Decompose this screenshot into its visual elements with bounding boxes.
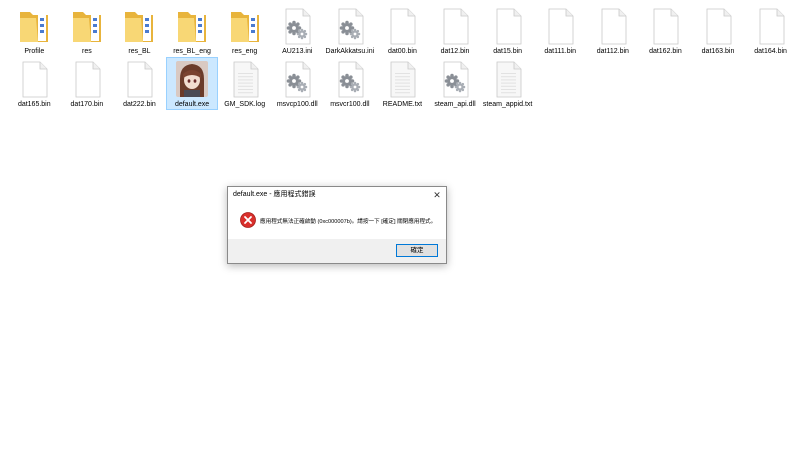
blank-file-icon <box>69 59 105 99</box>
blank-file-icon <box>121 59 157 99</box>
settings-file-icon <box>332 6 368 46</box>
file-item[interactable]: README.txt <box>376 57 429 110</box>
blank-file-icon <box>384 6 420 46</box>
settings-file-icon <box>279 59 315 99</box>
file-item[interactable]: dat162.bin <box>639 4 692 57</box>
file-item[interactable]: res <box>61 4 114 57</box>
file-name: dat165.bin <box>17 101 51 108</box>
file-item[interactable]: dat112.bin <box>587 4 640 57</box>
file-item[interactable]: steam_api.dll <box>429 57 482 110</box>
file-item[interactable]: dat170.bin <box>61 57 114 110</box>
file-name: msvcr100.dll <box>330 101 370 108</box>
file-item[interactable]: AU213.ini <box>271 4 324 57</box>
file-item[interactable]: dat164.bin <box>744 4 797 57</box>
file-name: dat222.bin <box>123 101 156 108</box>
file-name: dat112.bin <box>596 48 629 55</box>
folder-icon <box>69 6 105 46</box>
error-dialog: default.exe - 應用程式錯誤 ✕ 應用程式無法正確啟動 (0xc00… <box>227 186 447 264</box>
file-name: res <box>82 48 92 55</box>
file-item[interactable]: default.exe <box>165 57 219 110</box>
error-icon <box>240 212 256 228</box>
file-item[interactable]: res_eng <box>218 4 271 57</box>
blank-file-icon <box>490 6 526 46</box>
blank-file-icon <box>753 6 789 46</box>
file-name: dat15.bin <box>493 48 523 55</box>
blank-file-icon <box>437 6 473 46</box>
blank-file-icon <box>542 6 578 46</box>
ok-button[interactable]: 確定 <box>396 244 438 257</box>
dialog-titlebar[interactable]: default.exe - 應用程式錯誤 ✕ <box>228 187 446 203</box>
blank-file-icon <box>595 6 631 46</box>
file-item[interactable]: DarkAkkatsu.ini <box>324 4 377 57</box>
dialog-message: 應用程式無法正確啟動 (0xc000007b)。請按一下 [確定] 關閉應用程式… <box>260 219 437 225</box>
text-file-icon <box>490 59 526 99</box>
file-item[interactable]: dat165.bin <box>8 57 61 110</box>
blank-file-icon <box>647 6 683 46</box>
file-name: dat163.bin <box>701 48 735 55</box>
file-item[interactable]: dat222.bin <box>113 57 166 110</box>
folder-icon <box>121 6 157 46</box>
file-name: dat170.bin <box>70 101 104 108</box>
file-item[interactable]: GM_SDK.log <box>218 57 271 110</box>
file-name: dat164.bin <box>754 48 787 55</box>
file-name: steam_appid.txt <box>482 101 533 108</box>
file-name: dat00.bin <box>388 48 417 55</box>
file-name: res_eng <box>232 48 258 55</box>
blank-file-icon <box>700 6 736 46</box>
dialog-body: 應用程式無法正確啟動 (0xc000007b)。請按一下 [確定] 關閉應用程式… <box>228 203 446 231</box>
folder-icon <box>16 6 52 46</box>
file-item[interactable]: Profile <box>8 4 61 57</box>
file-name: Profile <box>24 48 45 55</box>
text-file-icon <box>227 59 263 99</box>
settings-file-icon <box>437 59 473 99</box>
dialog-title: default.exe - 應用程式錯誤 <box>233 191 316 198</box>
close-icon[interactable]: ✕ <box>430 187 444 203</box>
folder-icon <box>174 6 210 46</box>
file-name: default.exe <box>174 101 210 108</box>
file-name: msvcp100.dll <box>276 101 318 108</box>
app-character-icon <box>174 59 210 99</box>
settings-file-icon <box>332 59 368 99</box>
file-item[interactable]: steam_appid.txt <box>481 57 534 110</box>
file-item[interactable]: res_BL <box>113 4 166 57</box>
file-name: GM_SDK.log <box>224 101 266 108</box>
file-item[interactable]: dat163.bin <box>692 4 745 57</box>
file-item[interactable]: dat111.bin <box>534 4 587 57</box>
settings-file-icon <box>279 6 315 46</box>
file-name: AU213.ini <box>282 48 313 55</box>
file-name: dat162.bin <box>649 48 682 55</box>
file-item[interactable]: msvcr100.dll <box>324 57 377 110</box>
file-item[interactable]: res_BL_eng <box>166 4 219 57</box>
file-name: steam_api.dll <box>434 101 476 108</box>
file-name: dat111.bin <box>544 48 577 55</box>
file-grid: Profile res res_BL res_BL_eng res_eng AU213.i… <box>8 4 798 110</box>
file-name: dat12.bin <box>440 48 470 55</box>
dialog-footer: 確定 <box>228 239 446 263</box>
file-name: res_BL <box>128 48 151 55</box>
file-item[interactable]: dat15.bin <box>481 4 534 57</box>
blank-file-icon <box>16 59 52 99</box>
file-name: README.txt <box>382 101 423 108</box>
file-item[interactable]: dat00.bin <box>376 4 429 57</box>
folder-icon <box>227 6 263 46</box>
file-item[interactable]: msvcp100.dll <box>271 57 324 110</box>
text-file-icon <box>384 59 420 99</box>
file-item[interactable]: dat12.bin <box>429 4 482 57</box>
file-name: DarkAkkatsu.ini <box>325 48 375 55</box>
file-name: res_BL_eng <box>173 48 211 55</box>
